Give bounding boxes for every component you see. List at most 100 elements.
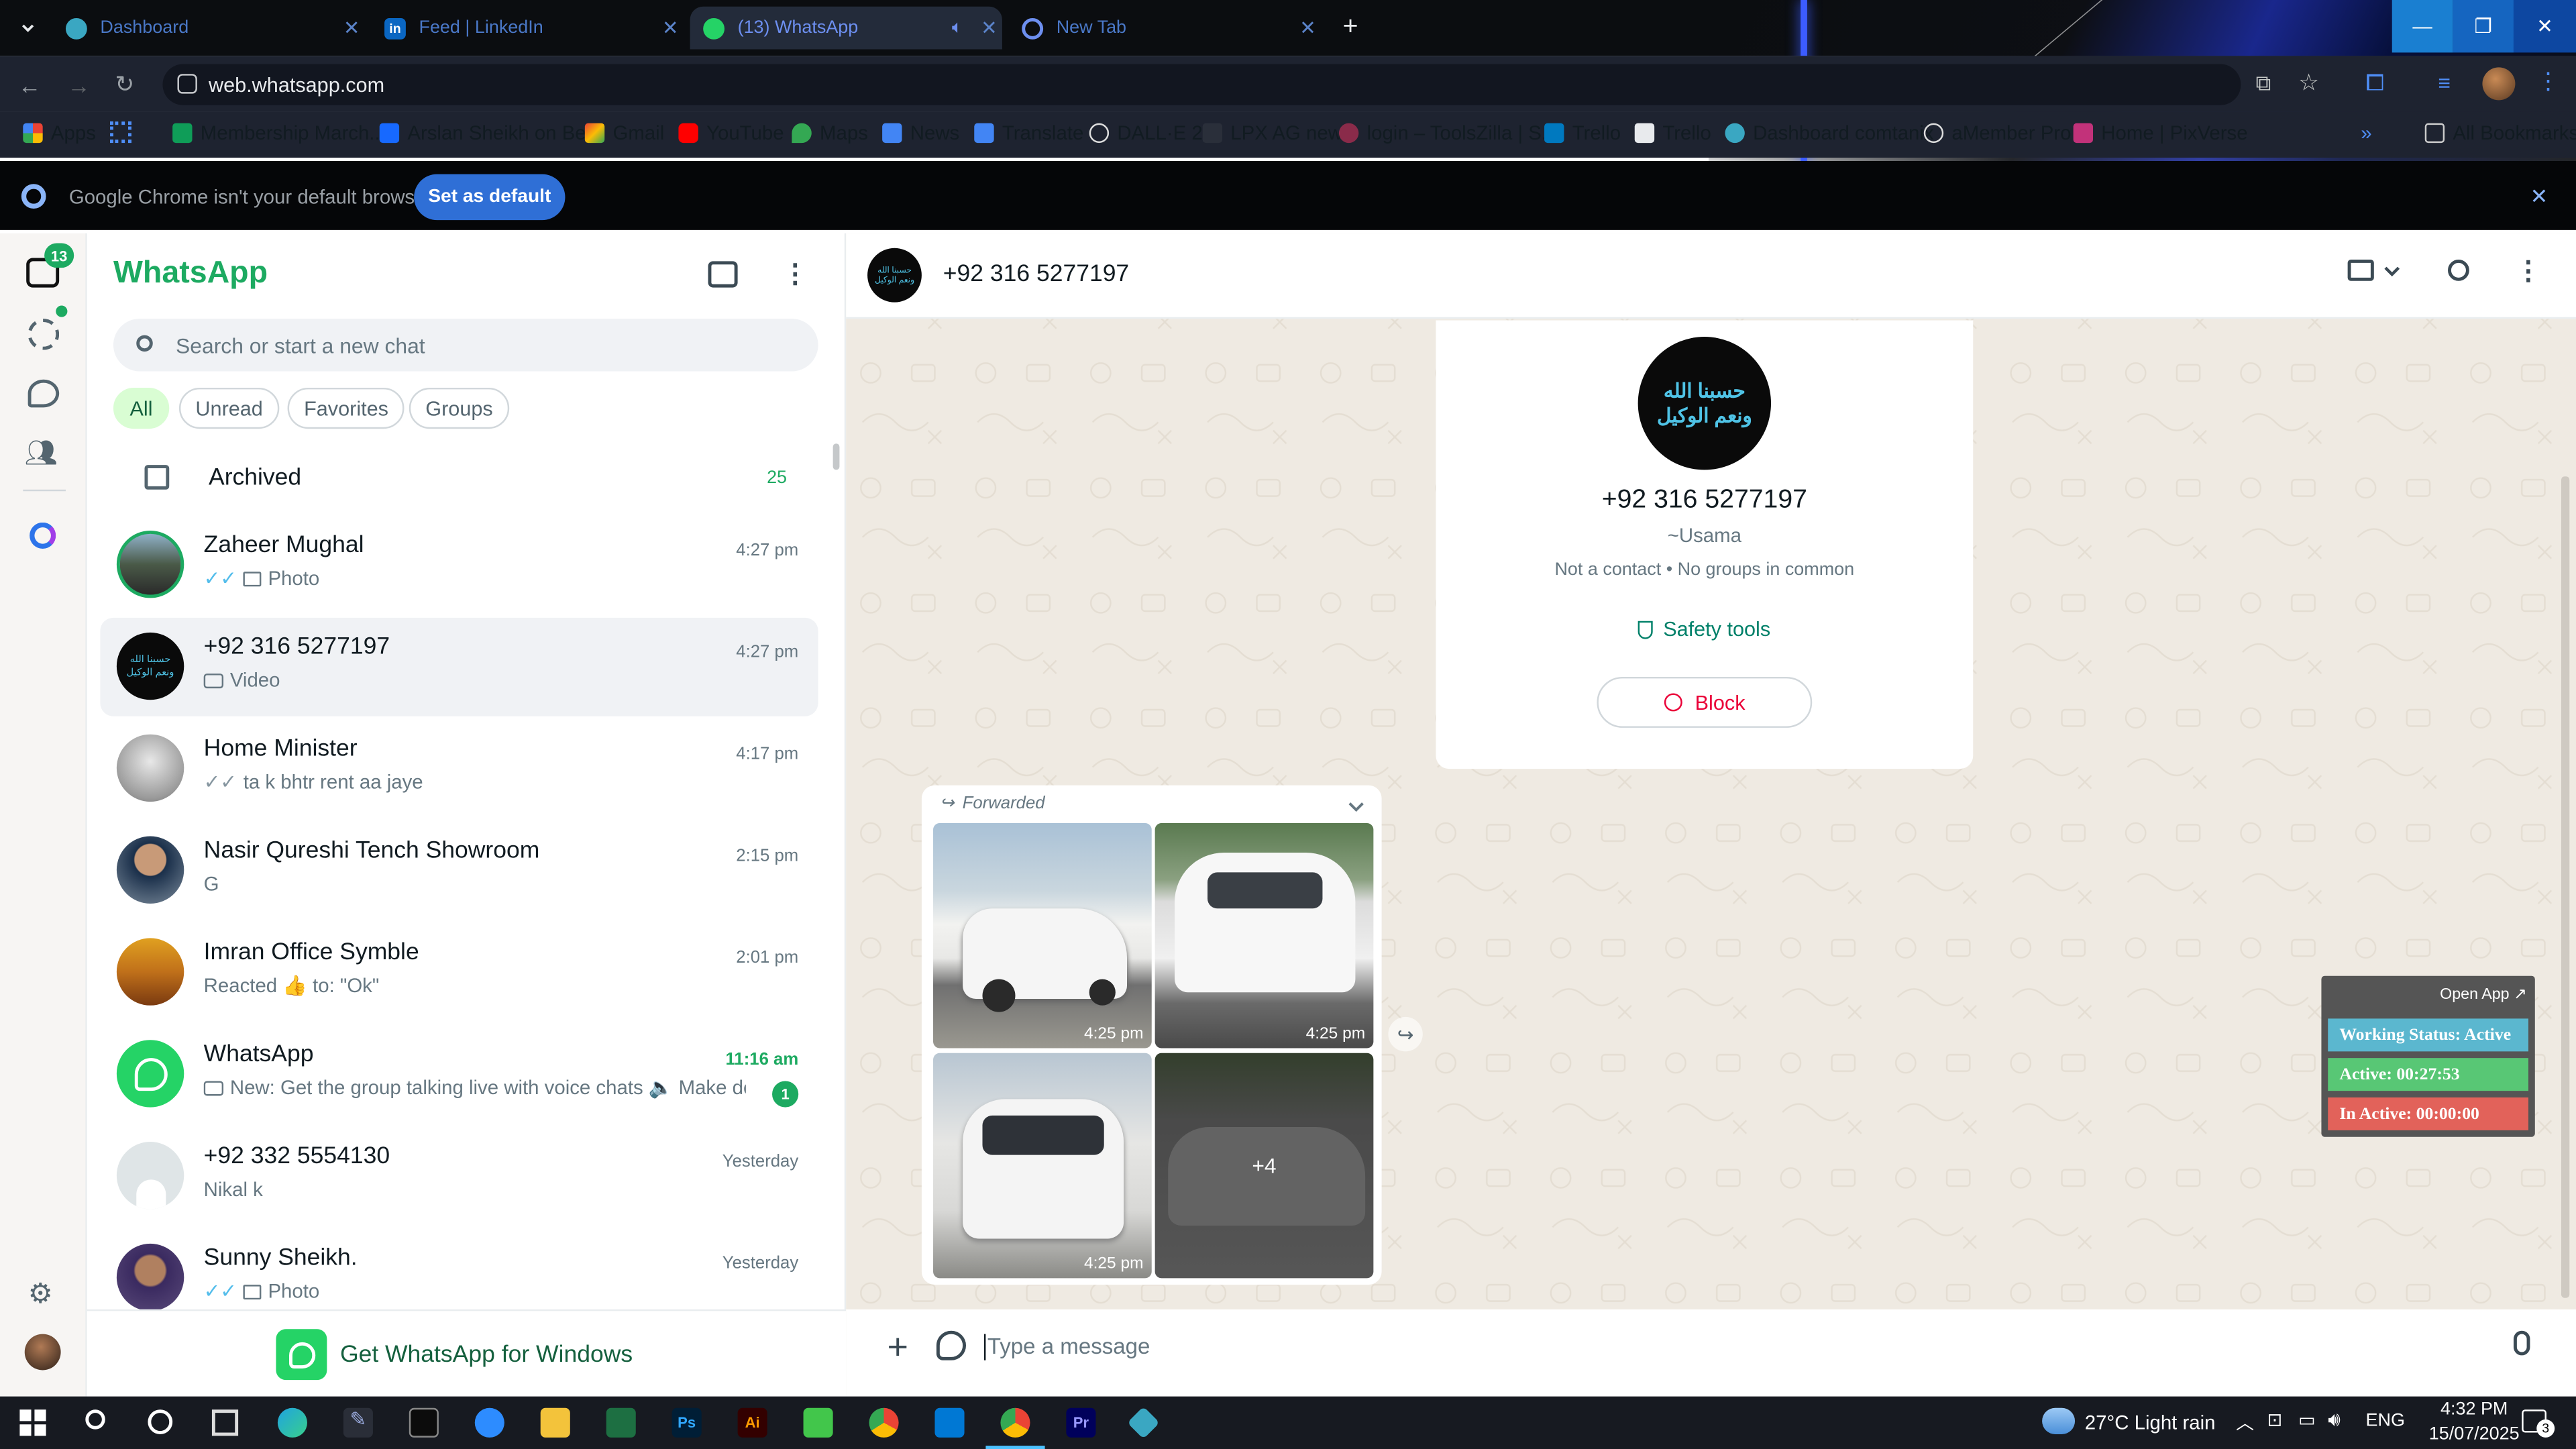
bookmark-trello-1[interactable]: Trello bbox=[1544, 121, 1621, 145]
edge-icon[interactable] bbox=[277, 1407, 307, 1438]
task-view-icon[interactable] bbox=[211, 1409, 239, 1436]
site-info-icon[interactable] bbox=[177, 74, 197, 94]
bookmark-gmail[interactable]: Gmail bbox=[584, 121, 664, 145]
forwarded-media-message[interactable]: ↪ Forwarded 4:25 pm 4:25 pm 4:25 pm +4 bbox=[921, 785, 1382, 1285]
extensions-icon[interactable]: ⧠ bbox=[2366, 69, 2384, 97]
bookmark-star-icon[interactable]: ☆ bbox=[2298, 69, 2319, 97]
address-bar[interactable]: web.whatsapp.com bbox=[162, 64, 2241, 105]
bookmark-toolszilla[interactable]: login – ToolsZilla | S... bbox=[1338, 121, 1558, 145]
forward-media-button[interactable]: ↪ bbox=[1388, 1016, 1423, 1052]
microphone-icon[interactable] bbox=[2513, 1330, 2530, 1356]
tab-dashboard[interactable]: Dashboard ✕ bbox=[52, 7, 364, 50]
tab-whatsapp[interactable]: (13) WhatsApp 🔈︎ ✕ bbox=[690, 6, 1002, 50]
filter-unread[interactable]: Unread bbox=[178, 387, 280, 429]
start-windows-icon[interactable] bbox=[19, 1409, 46, 1436]
speaker-icon[interactable]: 🔈︎ bbox=[952, 17, 963, 39]
safety-tools-button[interactable]: Safety tools bbox=[1436, 618, 1973, 641]
chat-row-sunny-sheikh[interactable]: Sunny Sheikh. ✓✓ Photo Yesterday bbox=[100, 1229, 818, 1311]
new-chat-icon[interactable] bbox=[708, 261, 738, 288]
sticker-emoji-icon[interactable] bbox=[936, 1330, 967, 1360]
photo-thumbnail[interactable]: 4:25 pm bbox=[1155, 822, 1374, 1049]
tab-linkedin[interactable]: in Feed | LinkedIn ✕ bbox=[371, 7, 683, 50]
taskbar-search-icon[interactable] bbox=[85, 1409, 105, 1430]
search-chat-icon[interactable] bbox=[2448, 259, 2469, 281]
search-input[interactable]: Search or start a new chat bbox=[113, 319, 818, 372]
chat-row-home-minister[interactable]: Home Minister ✓✓ ta k bhtr rent aa jaye 4… bbox=[100, 720, 818, 818]
clock-time[interactable]: 4:32 PM bbox=[2425, 1400, 2524, 1419]
profile-photo[interactable]: حسبنا الله ونعم الوكيل bbox=[1638, 337, 1772, 470]
restore-icon[interactable]: ❐ bbox=[2453, 0, 2514, 53]
weather-text[interactable]: 27°C Light rain bbox=[2085, 1411, 2216, 1434]
tray-app-icon[interactable]: ⊡ bbox=[2267, 1409, 2283, 1431]
filter-all[interactable]: All bbox=[113, 387, 170, 429]
chat-row-nasir-qureshi[interactable]: Nasir Qureshi Tench Showroom G 2:15 pm bbox=[100, 822, 818, 920]
cortana-icon[interactable] bbox=[148, 1409, 173, 1434]
excel-icon[interactable] bbox=[606, 1407, 636, 1438]
network-icon[interactable]: ▭ bbox=[2298, 1409, 2315, 1431]
video-call-button[interactable] bbox=[2347, 259, 2400, 281]
photo-thumbnail[interactable]: 4:25 pm bbox=[933, 1053, 1152, 1279]
block-button[interactable]: Block bbox=[1597, 676, 1813, 728]
meta-ai-icon[interactable] bbox=[30, 522, 56, 549]
chrome-active-taskbar-icon[interactable] bbox=[1000, 1407, 1030, 1438]
archived-row[interactable]: Archived 25 bbox=[100, 447, 818, 513]
bookmark-apps[interactable]: Apps bbox=[23, 121, 96, 145]
chrome-taskbar-icon[interactable] bbox=[869, 1407, 899, 1438]
pen-tool-icon[interactable]: ✎ bbox=[343, 1407, 373, 1438]
communities-icon[interactable]: 👥︎ bbox=[25, 437, 58, 470]
set-default-button[interactable]: Set as default bbox=[414, 174, 566, 221]
more-bookmarks-icon[interactable]: » bbox=[2361, 121, 2371, 144]
bookmark-amember[interactable]: aMember Pro bbox=[1923, 121, 2071, 145]
reload-icon[interactable]: ↻ bbox=[115, 70, 134, 99]
photoshop-icon[interactable]: Ps bbox=[672, 1407, 702, 1438]
chat-row-whatsapp[interactable]: WhatsApp New: Get the group talking live… bbox=[100, 1025, 818, 1124]
bookmark-maps[interactable]: Maps bbox=[792, 121, 868, 145]
terminal-icon[interactable] bbox=[409, 1407, 439, 1438]
profile-avatar[interactable] bbox=[2482, 67, 2516, 101]
message-menu-chevron-icon[interactable] bbox=[1347, 800, 1365, 814]
new-tab-button[interactable]: + bbox=[1332, 10, 1368, 46]
conversation-header[interactable]: حسبنا الله ونعم الوكيل +92 316 5277197 ⋮ bbox=[846, 233, 2576, 319]
bookmark-behance[interactable]: Arslan Sheikh on Be... bbox=[379, 121, 602, 145]
bookmark-lpx[interactable]: LPX AG new bbox=[1202, 121, 1342, 145]
chat-row-923325554130[interactable]: +92 332 5554130 Nikal k Yesterday bbox=[100, 1127, 818, 1226]
chrome-menu-icon[interactable]: ⋮ bbox=[2536, 67, 2559, 95]
weather-icon[interactable] bbox=[2042, 1407, 2076, 1434]
attach-plus-icon[interactable]: + bbox=[887, 1326, 908, 1368]
filter-favorites[interactable]: Favorites bbox=[287, 387, 405, 429]
forward-icon[interactable]: → bbox=[67, 72, 90, 99]
tab-new-tab[interactable]: New Tab ✕ bbox=[1009, 7, 1321, 50]
install-app-icon[interactable]: ⧉ bbox=[2255, 70, 2271, 97]
close-tab-icon[interactable]: ✕ bbox=[338, 16, 364, 39]
close-window-icon[interactable]: ✕ bbox=[2513, 0, 2576, 53]
close-tab-icon[interactable]: ✕ bbox=[1295, 16, 1321, 39]
menu-icon[interactable]: ⋮ bbox=[782, 258, 808, 290]
vscode-icon[interactable] bbox=[934, 1407, 965, 1438]
bookmark-youtube[interactable]: YouTube bbox=[678, 121, 784, 145]
message-input[interactable]: Type a message bbox=[987, 1334, 2466, 1359]
bookmark-comtanix[interactable]: Dashboard comtanix bbox=[1725, 121, 1934, 145]
chat-scrollbar[interactable] bbox=[2561, 476, 2570, 1298]
premiere-icon[interactable]: Pr bbox=[1066, 1407, 1096, 1438]
bookmark-dalle[interactable]: DALL·E 2 bbox=[1089, 121, 1203, 145]
back-icon[interactable]: ← bbox=[18, 72, 41, 99]
bookmark-trello-2[interactable]: Trello bbox=[1634, 121, 1711, 145]
get-app-banner[interactable]: Get WhatsApp for Windows bbox=[87, 1309, 847, 1397]
media-control-icon[interactable]: ≡ bbox=[2438, 70, 2451, 95]
all-bookmarks[interactable]: All Bookmarks bbox=[2424, 121, 2576, 145]
open-app-link[interactable]: Open App ↗ bbox=[2440, 985, 2526, 1004]
close-tab-icon[interactable]: ✕ bbox=[976, 16, 1002, 39]
green-app-icon[interactable] bbox=[803, 1407, 833, 1438]
chat-row-923165277197[interactable]: حسبنا الله ونعم الوكيل +92 316 5277197 Vi… bbox=[100, 617, 818, 716]
status-icon[interactable] bbox=[28, 319, 60, 350]
chat-row-zaheer-mughal[interactable]: Zaheer Mughal ✓✓ Photo 4:27 pm bbox=[100, 516, 818, 614]
photo-thumbnail-more[interactable]: +4 bbox=[1155, 1053, 1374, 1279]
minimize-icon[interactable]: — bbox=[2392, 0, 2453, 53]
file-explorer-icon[interactable] bbox=[540, 1407, 570, 1438]
bookmark-pixverse[interactable]: Home | PixVerse bbox=[2073, 121, 2248, 145]
list-scrollbar[interactable] bbox=[833, 443, 840, 470]
volume-icon[interactable]: 🔊︎ bbox=[2328, 1408, 2341, 1433]
zoom-icon[interactable] bbox=[474, 1407, 504, 1438]
bookmark-news[interactable]: News bbox=[882, 121, 959, 145]
close-infobar-icon[interactable]: ✕ bbox=[2530, 184, 2548, 210]
